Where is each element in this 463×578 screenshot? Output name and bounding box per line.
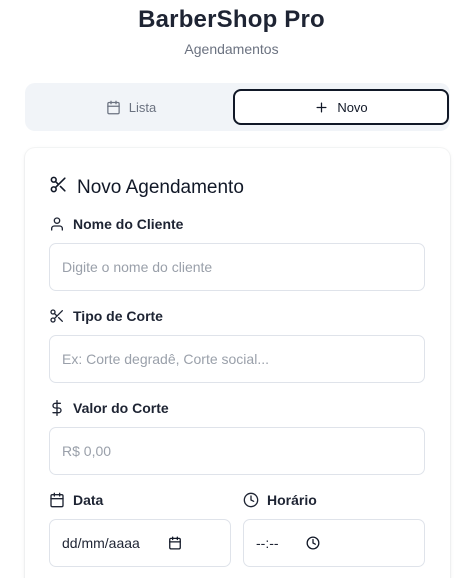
clock-picker-icon[interactable] (306, 536, 320, 553)
date-input[interactable]: dd/mm/aaaa (49, 519, 231, 567)
tab-list-label: Lista (128, 99, 157, 115)
cut-type-label: Tipo de Corte (49, 308, 163, 324)
cut-price-label-text: Valor do Corte (73, 400, 169, 416)
tab-list[interactable]: Lista (29, 89, 233, 125)
time-input[interactable]: --:-- (243, 519, 425, 567)
form-title: Novo Agendamento (49, 175, 244, 200)
date-label: Data (49, 492, 103, 508)
time-label: Horário (243, 492, 317, 508)
calendar-icon (106, 100, 121, 115)
scissors-icon (49, 308, 65, 324)
view-tabs: Lista Novo (25, 83, 450, 131)
cut-type-label-text: Tipo de Corte (73, 308, 163, 324)
cut-price-input[interactable]: R$ 0,00 (49, 427, 425, 475)
calendar-picker-icon[interactable] (168, 536, 182, 553)
cut-type-input[interactable]: Ex: Corte degradê, Corte social... (49, 335, 425, 383)
app-subtitle: Agendamentos (184, 41, 279, 57)
app-title: BarberShop Pro (138, 6, 325, 33)
client-name-placeholder: Digite o nome do cliente (62, 259, 213, 275)
client-name-label: Nome do Cliente (49, 216, 183, 232)
scissors-icon (49, 175, 68, 200)
date-display: dd/mm/aaaa (62, 535, 140, 551)
clock-icon (243, 492, 259, 508)
calendar-icon (49, 492, 65, 508)
cut-price-placeholder: R$ 0,00 (62, 443, 112, 459)
date-label-text: Data (73, 492, 104, 508)
dollar-icon (49, 400, 65, 416)
time-display: --:-- (256, 535, 279, 551)
client-name-input[interactable]: Digite o nome do cliente (49, 243, 425, 291)
cut-price-label: Valor do Corte (49, 400, 169, 416)
tab-new[interactable]: Novo (233, 89, 449, 125)
form-title-text: Novo Agendamento (77, 176, 244, 198)
client-name-label-text: Nome do Cliente (73, 216, 184, 232)
plus-icon (314, 100, 329, 115)
cut-type-placeholder: Ex: Corte degradê, Corte social... (62, 351, 269, 367)
time-label-text: Horário (267, 492, 317, 508)
user-icon (49, 216, 65, 232)
tab-new-label: Novo (337, 99, 368, 115)
